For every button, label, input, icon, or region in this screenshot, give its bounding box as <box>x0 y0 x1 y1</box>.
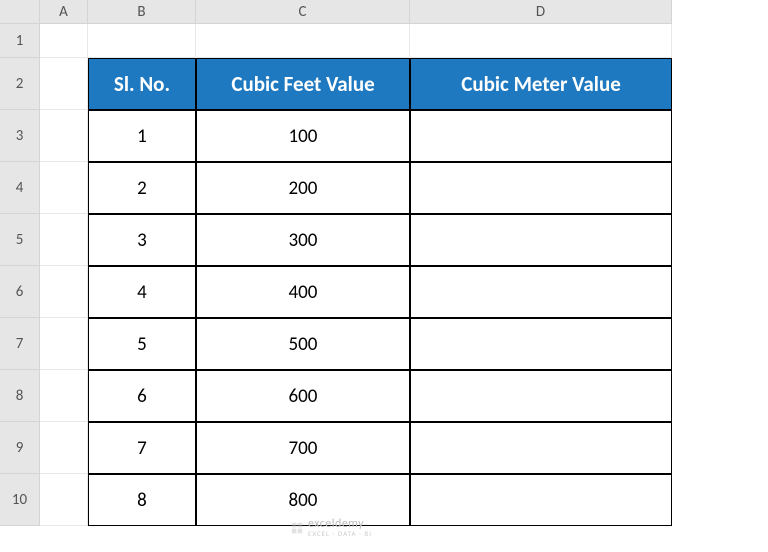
cell-a2[interactable] <box>40 58 88 110</box>
cell-cf-2[interactable]: 200 <box>196 162 410 214</box>
cell-a7[interactable] <box>40 318 88 370</box>
cell-a8[interactable] <box>40 370 88 422</box>
cell-a5[interactable] <box>40 214 88 266</box>
cell-cf-4[interactable]: 400 <box>196 266 410 318</box>
cell-sl-7[interactable]: 7 <box>88 422 196 474</box>
header-cubic-feet[interactable]: Cubic Feet Value <box>196 58 410 110</box>
cell-sl-6[interactable]: 6 <box>88 370 196 422</box>
watermark-tagline: EXCEL · DATA · BI <box>308 529 372 538</box>
cell-b1[interactable] <box>88 24 196 58</box>
cell-c1[interactable] <box>196 24 410 58</box>
cell-cf-6[interactable]: 600 <box>196 370 410 422</box>
cell-cm-8[interactable] <box>410 474 672 526</box>
cell-cm-1[interactable] <box>410 110 672 162</box>
cell-a4[interactable] <box>40 162 88 214</box>
cell-cm-5[interactable] <box>410 318 672 370</box>
row-header-9[interactable]: 9 <box>0 422 40 474</box>
cell-a3[interactable] <box>40 110 88 162</box>
col-header-a[interactable]: A <box>40 0 88 24</box>
cell-a1[interactable] <box>40 24 88 58</box>
row-header-2[interactable]: 2 <box>0 58 40 110</box>
cell-sl-3[interactable]: 3 <box>88 214 196 266</box>
cell-cm-4[interactable] <box>410 266 672 318</box>
col-header-d[interactable]: D <box>410 0 672 24</box>
cell-sl-8[interactable]: 8 <box>88 474 196 526</box>
cell-sl-4[interactable]: 4 <box>88 266 196 318</box>
row-header-5[interactable]: 5 <box>0 214 40 266</box>
cell-a6[interactable] <box>40 266 88 318</box>
cell-a10[interactable] <box>40 474 88 526</box>
cell-cm-7[interactable] <box>410 422 672 474</box>
row-header-3[interactable]: 3 <box>0 110 40 162</box>
select-all-corner[interactable] <box>0 0 40 24</box>
row-header-6[interactable]: 6 <box>0 266 40 318</box>
cell-cm-6[interactable] <box>410 370 672 422</box>
row-header-7[interactable]: 7 <box>0 318 40 370</box>
watermark: exceldemy EXCEL · DATA · BI <box>290 517 372 538</box>
cell-sl-5[interactable]: 5 <box>88 318 196 370</box>
header-cubic-meter[interactable]: Cubic Meter Value <box>410 58 672 110</box>
cell-cf-5[interactable]: 500 <box>196 318 410 370</box>
col-header-c[interactable]: C <box>196 0 410 24</box>
cell-cf-7[interactable]: 700 <box>196 422 410 474</box>
row-header-1[interactable]: 1 <box>0 24 40 58</box>
row-header-4[interactable]: 4 <box>0 162 40 214</box>
cell-d1[interactable] <box>410 24 672 58</box>
watermark-icon <box>290 521 304 535</box>
row-header-10[interactable]: 10 <box>0 474 40 526</box>
cell-cf-3[interactable]: 300 <box>196 214 410 266</box>
cell-cm-2[interactable] <box>410 162 672 214</box>
col-header-b[interactable]: B <box>88 0 196 24</box>
cell-cf-1[interactable]: 100 <box>196 110 410 162</box>
spreadsheet-grid: A B C D 1 2 Sl. No. Cubic Feet Value Cub… <box>0 0 768 526</box>
cell-sl-2[interactable]: 2 <box>88 162 196 214</box>
header-sl-no[interactable]: Sl. No. <box>88 58 196 110</box>
cell-cm-3[interactable] <box>410 214 672 266</box>
cell-sl-1[interactable]: 1 <box>88 110 196 162</box>
cell-a9[interactable] <box>40 422 88 474</box>
row-header-8[interactable]: 8 <box>0 370 40 422</box>
